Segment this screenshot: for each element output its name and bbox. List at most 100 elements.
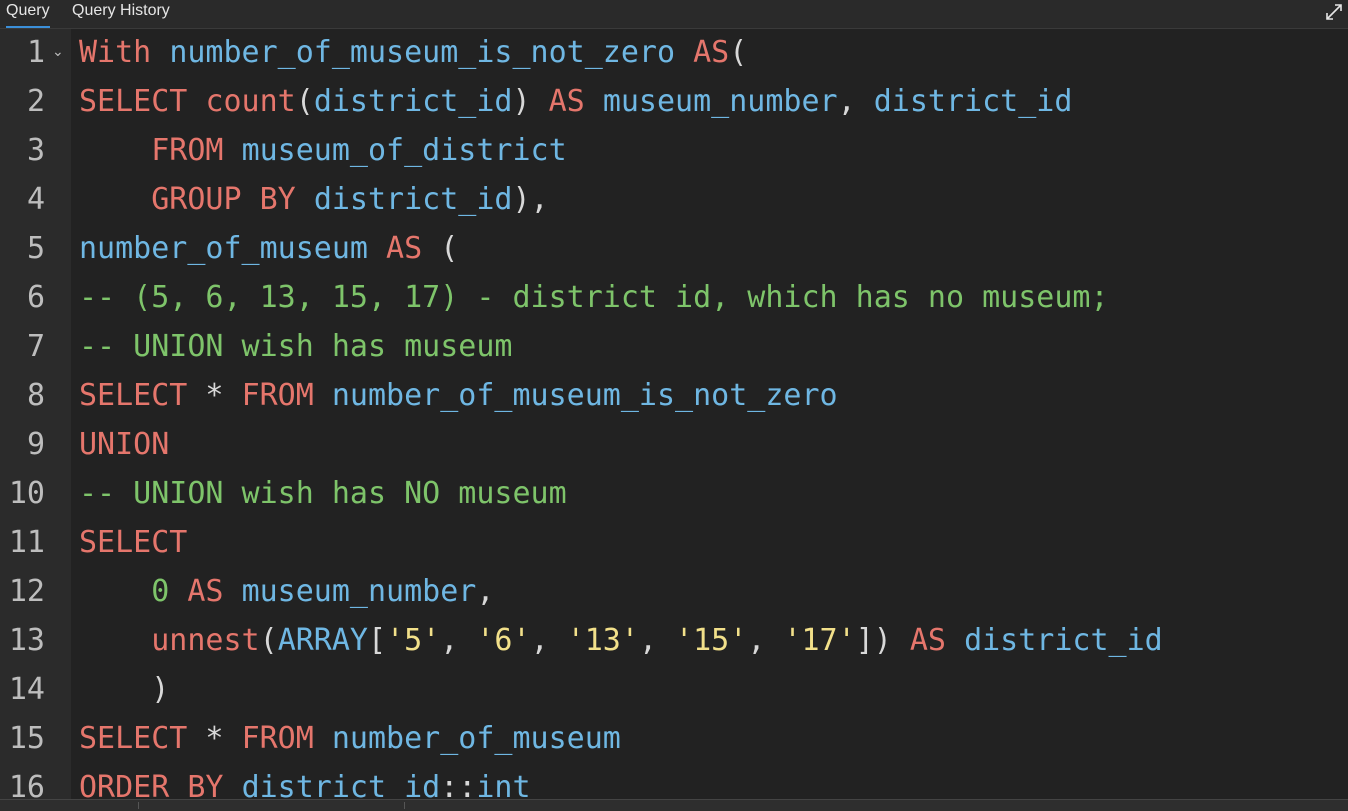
code-text: FROM museum_of_district [79, 126, 566, 175]
code-token: 0 [151, 574, 170, 609]
code-text: -- (5, 6, 13, 15, 17) - district id, whi… [79, 273, 1109, 322]
code-token: int [476, 770, 531, 799]
code-text: -- UNION wish has museum [79, 322, 512, 371]
sql-editor[interactable]: 1 ⌄ With number_of_museum_is_not_zero AS(2… [0, 29, 1348, 799]
code-line[interactable]: 5 number_of_museum AS ( [0, 224, 1348, 273]
line-number: 1 [26, 35, 45, 70]
code-token: , [530, 623, 567, 658]
code-token: district_id [313, 84, 513, 119]
code-line[interactable]: 10 -- UNION wish has NO museum [0, 469, 1348, 518]
expand-icon[interactable] [1324, 2, 1344, 22]
code-token: , [440, 623, 477, 658]
code-line[interactable]: 9 UNION [0, 420, 1348, 469]
code-text: -- UNION wish has NO museum [79, 469, 567, 518]
code-line[interactable]: 7 -- UNION wish has museum [0, 322, 1348, 371]
code-token: With [79, 35, 152, 70]
code-text: UNION [79, 420, 169, 469]
code-token: ( [729, 35, 748, 70]
line-number: 4 [26, 182, 45, 217]
code-line[interactable]: 13 unnest(ARRAY['5', '6', '13', '15', '1… [0, 616, 1348, 665]
tab-query[interactable]: Query [6, 0, 50, 28]
code-token: '15' [675, 623, 748, 658]
code-token: ORDER BY [79, 770, 224, 799]
code-token: district_id [313, 182, 513, 217]
code-token: [ [368, 623, 387, 658]
code-text: SELECT * FROM number_of_museum_is_not_ze… [79, 371, 838, 420]
code-line[interactable]: 2 SELECT count(district_id) AS museum_num… [0, 77, 1348, 126]
code-token: ( [259, 623, 278, 658]
horizontal-scrollbar[interactable] [0, 799, 1348, 811]
code-text: SELECT * FROM number_of_museum [79, 714, 621, 763]
code-text: ORDER BY district_id::int [79, 763, 531, 799]
code-token: FROM [241, 378, 314, 413]
code-token: ) [512, 84, 549, 119]
tab-query-history[interactable]: Query History [72, 0, 170, 28]
code-token: , [747, 623, 784, 658]
code-text: With number_of_museum_is_not_zero AS( [79, 29, 747, 77]
line-number: 15 [8, 721, 45, 756]
code-token: , [837, 84, 874, 119]
code-token: , [638, 623, 676, 658]
code-text: 0 AS museum_number, [79, 567, 494, 616]
scrollbar-thumb[interactable] [138, 802, 405, 809]
code-token: number_of_museum [331, 721, 621, 756]
code-token: AS [693, 35, 730, 70]
line-number: 5 [26, 231, 45, 266]
line-number: 14 [8, 672, 45, 707]
code-line[interactable]: 14 ) [0, 665, 1348, 714]
code-token: ]) [855, 623, 910, 658]
code-token: district_id [964, 623, 1163, 658]
code-text: SELECT [79, 518, 187, 567]
line-number: 6 [26, 280, 45, 315]
code-token: FROM [241, 721, 314, 756]
code-token: AS [909, 623, 946, 658]
code-line[interactable]: 8 SELECT * FROM number_of_museum_is_not_z… [0, 371, 1348, 420]
code-token: SELECT [79, 525, 188, 560]
code-token: -- UNION wish has museum [79, 329, 513, 364]
code-token: -- (5, 6, 13, 15, 17) - district id, whi… [79, 280, 1109, 315]
code-token: '13' [566, 623, 639, 658]
code-line[interactable]: 3 FROM museum_of_district [0, 126, 1348, 175]
code-line[interactable]: 4 GROUP BY district_id), [0, 175, 1348, 224]
chevron-down-icon[interactable]: ⌄ [52, 29, 64, 77]
code-token: SELECT [79, 84, 188, 119]
code-token: '6' [476, 623, 531, 658]
code-token: SELECT [79, 721, 188, 756]
code-token: :: [440, 770, 477, 799]
code-token: museum_number [241, 574, 477, 609]
line-number: 10 [8, 476, 45, 511]
code-token: unnest [151, 623, 260, 658]
code-text: unnest(ARRAY['5', '6', '13', '15', '17']… [79, 616, 1163, 665]
code-line[interactable]: 1 ⌄ With number_of_museum_is_not_zero AS( [0, 29, 1348, 77]
code-line[interactable]: 11 SELECT [0, 518, 1348, 567]
line-number: 3 [26, 133, 45, 168]
code-token: , [476, 574, 495, 609]
code-token: number_of_museum_is_not_zero [331, 378, 838, 413]
code-token: '17' [783, 623, 856, 658]
code-line[interactable]: 6 -- (5, 6, 13, 15, 17) - district id, wh… [0, 273, 1348, 322]
code-token: ), [512, 182, 549, 217]
code-token: GROUP BY [151, 182, 296, 217]
line-number: 9 [26, 427, 45, 462]
line-number: 13 [8, 623, 45, 658]
code-token: district_id [873, 84, 1073, 119]
code-text: GROUP BY district_id), [79, 175, 549, 224]
code-line[interactable]: 12 0 AS museum_number, [0, 567, 1348, 616]
code-line[interactable]: 16 ORDER BY district_id::int [0, 763, 1348, 799]
code-token: * [187, 721, 242, 756]
code-token: '5' [386, 623, 441, 658]
code-line[interactable]: 15 SELECT * FROM number_of_museum [0, 714, 1348, 763]
code-text: SELECT count(district_id) AS museum_numb… [79, 77, 1072, 126]
